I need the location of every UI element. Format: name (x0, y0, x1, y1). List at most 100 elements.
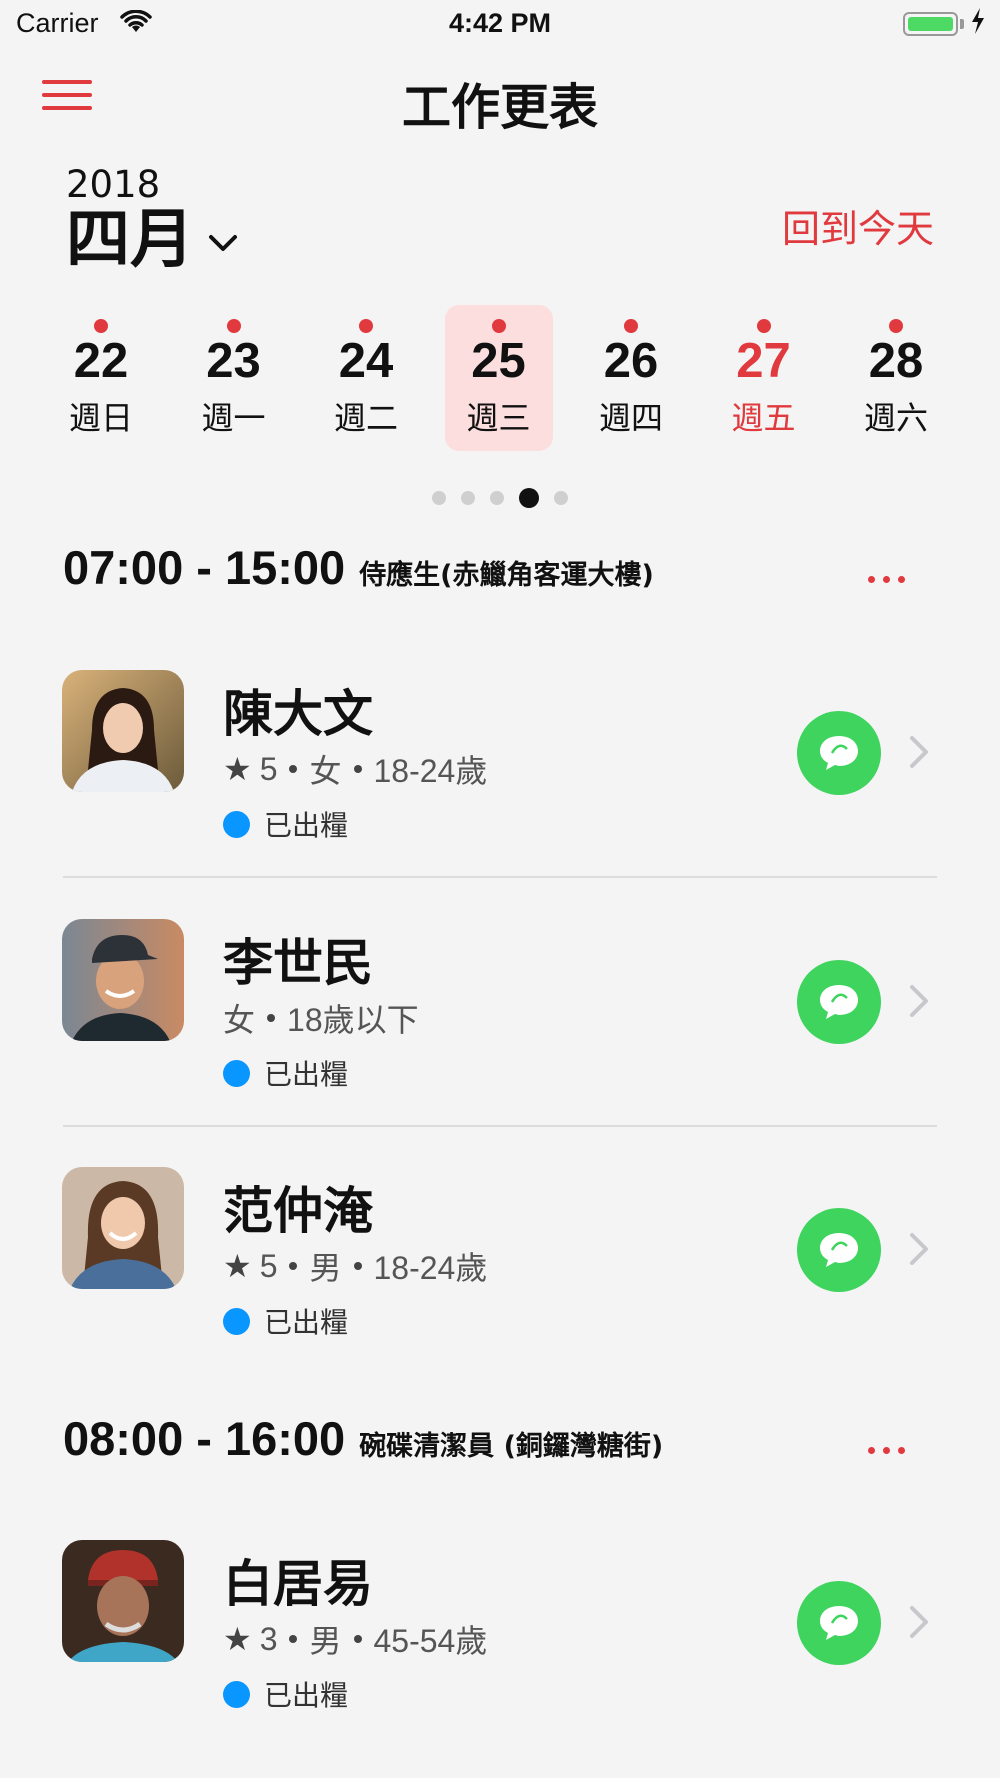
star-icon: ★ (223, 1248, 252, 1284)
separator-dot (267, 1014, 276, 1022)
event-dot (491, 319, 506, 333)
worker-name: 李世民 (223, 934, 373, 992)
worker-rating: 5 (259, 1247, 278, 1284)
status-dot (223, 1059, 250, 1087)
back-to-today-button[interactable]: 回到今天 (782, 198, 934, 253)
worker-attr: 男 (309, 1623, 342, 1659)
worker-attr: 女 (309, 753, 342, 789)
day-cell-28[interactable]: 28 週六 (842, 305, 950, 451)
day-weekday: 週二 (333, 399, 398, 437)
day-cell-27[interactable]: 27 週五 (710, 305, 818, 451)
worker-name: 范仲淹 (223, 1182, 373, 1240)
day-number: 26 (603, 334, 659, 388)
shift-time: 08:00 - 16:00 (63, 1412, 346, 1465)
page-dot[interactable] (432, 491, 446, 505)
payment-status-label: 已出糧 (264, 809, 349, 842)
payment-status-label: 已出糧 (264, 1679, 349, 1712)
worker-row[interactable]: 陳大文 ★ 5 女 18-24歲 已出糧 (0, 670, 1000, 900)
status-dot (223, 1680, 250, 1708)
star-icon: ★ (223, 1621, 252, 1657)
shift-role: 碗碟清潔員 (銅鑼灣糖街) (359, 1431, 664, 1462)
avatar (62, 1167, 184, 1289)
page-title: 工作更表 (401, 79, 598, 136)
worker-row[interactable]: 白居易 ★ 3 男 45-54歲 已出糧 (0, 1540, 1000, 1770)
worker-name: 白居易 (223, 1555, 373, 1613)
page-dot[interactable] (490, 491, 504, 505)
shift-header: 07:00 - 15:00 侍應生(赤鱲角客運大樓) (63, 540, 654, 595)
day-cell-25[interactable]: 25 週三 (444, 305, 553, 451)
more-options-icon[interactable] (868, 1445, 908, 1461)
avatar (62, 1540, 184, 1662)
day-cell-24[interactable]: 24 週二 (312, 305, 420, 451)
divider (63, 1125, 937, 1127)
status-bar: Carrier 4:42 PM (0, 0, 1000, 50)
day-weekday: 週五 (731, 399, 796, 437)
page-dot[interactable] (461, 491, 475, 505)
day-number: 25 (471, 334, 526, 388)
day-weekday: 週六 (863, 399, 928, 437)
battery-icon (903, 12, 958, 36)
year-label: 2018 (66, 163, 161, 206)
day-cell-23[interactable]: 23 週一 (180, 305, 288, 451)
payment-status: 已出糧 (223, 804, 348, 844)
chat-button[interactable] (797, 711, 881, 795)
worker-attr: 女 (223, 1002, 256, 1038)
worker-name: 陳大文 (223, 685, 373, 743)
battery-fill (908, 17, 953, 31)
day-cell-26[interactable]: 26 週四 (577, 305, 685, 451)
battery-nub (960, 19, 964, 29)
day-number: 23 (206, 334, 261, 388)
status-time: 4:42 PM (448, 8, 552, 38)
worker-row[interactable]: 李世民女 18歲以下已出糧 (0, 919, 1000, 1149)
page-dot[interactable] (519, 488, 539, 508)
separator-dot (289, 1635, 298, 1643)
worker-attr: 18-24歲 (373, 1250, 488, 1286)
worker-meta: ★ 5 男 18-24歲 (223, 1243, 487, 1289)
chevron-right-icon (908, 1604, 932, 1644)
divider (63, 876, 937, 878)
worker-meta: ★ 5 女 18-24歲 (223, 746, 487, 792)
worker-attr: 45-54歲 (373, 1623, 488, 1659)
event-dot (756, 319, 771, 333)
charging-icon (970, 8, 986, 38)
more-dot (883, 1447, 890, 1454)
separator-dot (289, 765, 298, 773)
chevron-right-icon (908, 983, 932, 1023)
worker-attr: 男 (309, 1250, 342, 1286)
chat-button[interactable] (797, 1581, 881, 1665)
page-dot[interactable] (554, 491, 568, 505)
shift-header: 08:00 - 16:00 碗碟清潔員 (銅鑼灣糖街) (63, 1411, 663, 1466)
month-picker[interactable]: 四月 (66, 205, 238, 275)
worker-row[interactable]: 范仲淹 ★ 5 男 18-24歲 已出糧 (0, 1167, 1000, 1397)
star-icon: ★ (223, 751, 252, 787)
worker-meta: 女 18歲以下 (223, 995, 419, 1041)
day-weekday: 週四 (598, 399, 663, 437)
day-weekday: 週日 (68, 399, 133, 437)
worker-rating: 3 (259, 1620, 278, 1657)
payment-status: 已出糧 (223, 1301, 348, 1341)
more-options-icon[interactable] (868, 574, 908, 590)
page-indicator (0, 488, 1000, 508)
worker-attr: 18-24歲 (373, 753, 488, 789)
day-number: 24 (338, 334, 394, 388)
shift-role: 侍應生(赤鱲角客運大樓) (359, 560, 654, 591)
day-cell-22[interactable]: 22 週日 (47, 305, 155, 451)
chat-button[interactable] (797, 960, 881, 1044)
shift-time: 07:00 - 15:00 (63, 541, 346, 594)
chevron-down-icon (208, 233, 238, 257)
more-dot (868, 576, 875, 583)
payment-status: 已出糧 (223, 1674, 348, 1714)
more-dot (898, 576, 905, 583)
chevron-right-icon (908, 1231, 932, 1271)
separator-dot (353, 765, 362, 773)
avatar (62, 670, 184, 792)
day-weekday: 週三 (466, 399, 531, 437)
payment-status: 已出糧 (223, 1053, 348, 1093)
day-weekday: 週一 (201, 399, 266, 437)
more-dot (883, 576, 890, 583)
month-label: 四月 (66, 203, 194, 277)
chat-button[interactable] (797, 1208, 881, 1292)
more-dot (898, 1447, 905, 1454)
payment-status-label: 已出糧 (264, 1058, 349, 1091)
event-dot (226, 319, 241, 333)
